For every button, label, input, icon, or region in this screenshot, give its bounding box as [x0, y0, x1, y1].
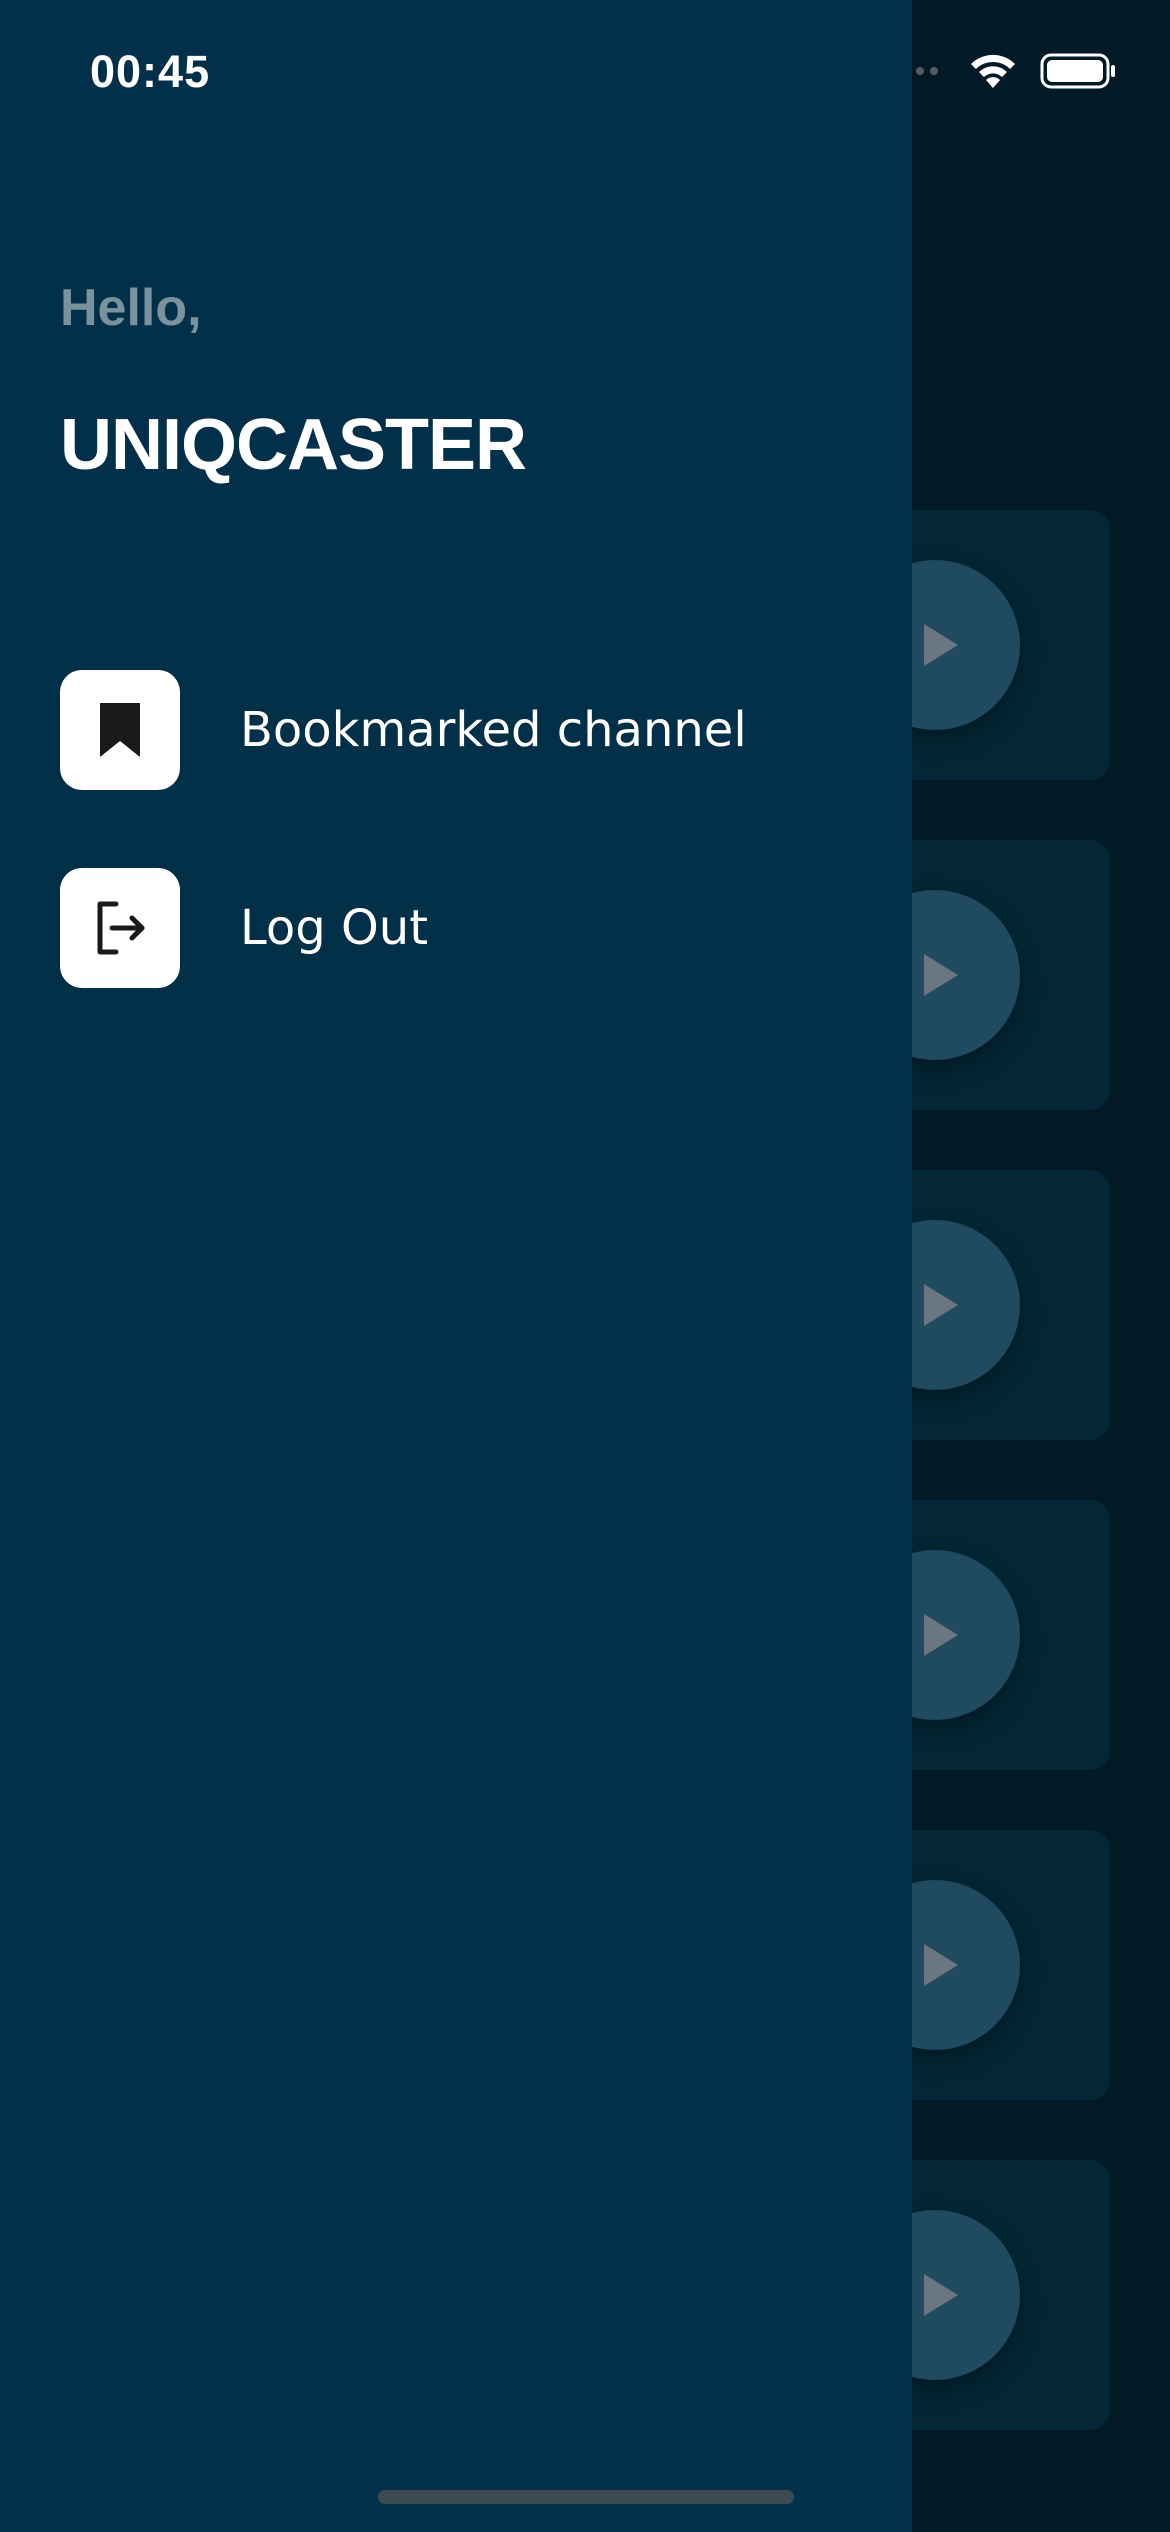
- username: UNIQCASTER: [60, 405, 527, 485]
- home-indicator[interactable]: [378, 2490, 794, 2504]
- play-icon: [924, 1944, 958, 1986]
- wifi-icon: [971, 54, 1015, 88]
- side-drawer: 00:45 Hello, UNIQCASTER Bookmarked chann…: [0, 0, 912, 2532]
- play-icon: [924, 1284, 958, 1326]
- bookmark-icon: [100, 703, 140, 757]
- play-icon: [924, 624, 958, 666]
- play-icon: [924, 1614, 958, 1656]
- app-screen: 00:45 Hello, UNIQCASTER Bookmarked chann…: [0, 0, 1170, 2532]
- battery-icon: [1040, 53, 1115, 89]
- menu-item-log-out[interactable]: Log Out: [60, 868, 860, 988]
- menu-item-label: Log Out: [240, 900, 429, 956]
- play-icon: [924, 954, 958, 996]
- status-time: 00:45: [90, 46, 211, 97]
- logout-icon: [97, 901, 145, 955]
- greeting-text: Hello,: [60, 279, 202, 337]
- status-bar-indicators: [888, 52, 1116, 90]
- logout-icon-box: [60, 868, 180, 988]
- menu-item-bookmarked-channel[interactable]: Bookmarked channel: [60, 670, 860, 790]
- bookmark-icon-box: [60, 670, 180, 790]
- play-icon: [924, 2274, 958, 2316]
- menu-item-label: Bookmarked channel: [240, 702, 747, 758]
